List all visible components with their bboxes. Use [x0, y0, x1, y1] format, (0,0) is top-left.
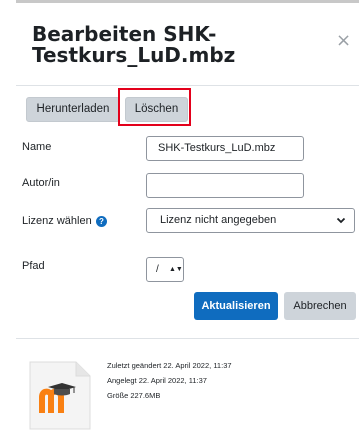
moodle-backup-file-icon: [28, 361, 92, 430]
download-button[interactable]: Herunterladen: [26, 97, 120, 122]
path-selected-value: /: [156, 264, 159, 275]
delete-button-highlight: [118, 88, 191, 126]
chevron-down-icon: [336, 209, 346, 241]
name-label: Name: [22, 141, 52, 153]
author-label: Autor/in: [22, 177, 60, 189]
cancel-button[interactable]: Abbrechen: [284, 292, 356, 320]
footer-divider: [16, 338, 359, 339]
header-divider: [16, 85, 359, 86]
name-input[interactable]: SHK-Testkurs_LuD.mbz: [146, 136, 304, 161]
created-date: Angelegt 22. April 2022, 11:37: [107, 376, 207, 385]
file-size: Größe 227.6MB: [107, 391, 161, 400]
path-select[interactable]: / ▲▼: [146, 257, 184, 282]
path-label: Pfad: [22, 260, 45, 272]
author-input[interactable]: [146, 173, 304, 198]
update-button[interactable]: Aktualisieren: [194, 292, 278, 320]
top-divider: [16, 0, 359, 3]
license-label: Lizenz wählen: [22, 215, 92, 227]
help-icon[interactable]: ?: [96, 216, 107, 227]
license-select[interactable]: Lizenz nicht angegeben: [146, 208, 355, 233]
dialog-title: Bearbeiten SHK-Testkurs_LuD.mbz: [32, 22, 236, 67]
sort-arrows-icon: ▲▼: [169, 266, 183, 273]
modified-date: Zuletzt geändert 22. April 2022, 11:37: [107, 361, 232, 370]
license-selected-value: Lizenz nicht angegeben: [160, 214, 277, 226]
close-icon[interactable]: ×: [336, 32, 351, 50]
